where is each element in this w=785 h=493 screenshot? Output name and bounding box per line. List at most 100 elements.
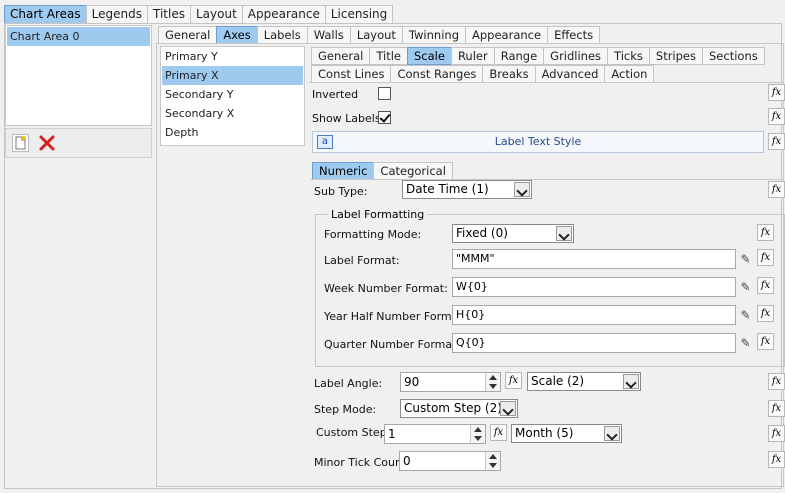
custom-step-stepper[interactable]: 1 xyxy=(384,424,486,444)
fx-icon[interactable]: fx xyxy=(768,108,785,125)
spin-arrows-icon[interactable] xyxy=(470,425,485,443)
fx-icon[interactable]: fx xyxy=(768,181,785,198)
pencil-icon[interactable]: ✎ xyxy=(737,307,754,324)
tab-layout[interactable]: Layout xyxy=(189,5,243,24)
tab-chart-areas[interactable]: Chart Areas xyxy=(4,5,87,24)
fx-icon[interactable]: fx xyxy=(757,333,774,350)
tab-titles[interactable]: Titles xyxy=(147,5,191,24)
custom-step-unit-value: Month (5) xyxy=(515,426,574,440)
delete-icon[interactable] xyxy=(38,134,56,152)
axis-item-primary-x[interactable]: Primary X xyxy=(162,66,303,85)
scale-type-tabs: Numeric Categorical xyxy=(312,162,453,180)
fx-icon[interactable]: fx xyxy=(757,249,774,266)
fx-icon[interactable]: fx xyxy=(757,277,774,294)
tab-axis-breaks[interactable]: Breaks xyxy=(482,65,536,83)
quarter-number-format-input[interactable]: Q{0} xyxy=(452,333,736,353)
axis-item-secondary-x[interactable]: Secondary X xyxy=(162,104,303,123)
fx-icon[interactable]: fx xyxy=(768,84,785,101)
tab-axis-range[interactable]: Range xyxy=(493,47,545,65)
fx-icon[interactable]: fx xyxy=(505,372,522,389)
tab-axis-sections[interactable]: Sections xyxy=(702,47,765,65)
chart-area-list[interactable]: Chart Area 0 xyxy=(5,25,152,126)
tab-area-appearance[interactable]: Appearance xyxy=(465,26,549,44)
minor-tick-count-label: Minor Tick Count: xyxy=(314,456,410,469)
tab-axis-ruler[interactable]: Ruler xyxy=(450,47,495,65)
tab-licensing[interactable]: Licensing xyxy=(324,5,394,24)
chevron-down-icon xyxy=(623,374,639,389)
label-angle-stepper[interactable]: 90 xyxy=(400,372,501,392)
axis-item-secondary-y[interactable]: Secondary Y xyxy=(162,85,303,104)
tab-appearance[interactable]: Appearance xyxy=(241,5,326,24)
fx-icon[interactable]: fx xyxy=(768,133,785,150)
divider xyxy=(310,179,784,180)
axis-item-depth[interactable]: Depth xyxy=(162,123,303,142)
axes-list[interactable]: Primary Y Primary X Secondary Y Secondar… xyxy=(160,46,305,146)
tab-twinning[interactable]: Twinning xyxy=(401,26,466,44)
minor-tick-count-value: 0 xyxy=(403,454,411,468)
tab-walls[interactable]: Walls xyxy=(306,26,351,44)
chevron-down-icon xyxy=(514,182,530,197)
sub-type-label: Sub Type: xyxy=(314,185,368,198)
axis-item-primary-y[interactable]: Primary Y xyxy=(162,47,303,66)
tab-effects[interactable]: Effects xyxy=(547,26,601,44)
sub-type-select[interactable]: Date Time (1) xyxy=(402,180,532,199)
fx-icon[interactable]: fx xyxy=(757,224,774,241)
chevron-down-icon xyxy=(500,401,516,416)
fx-icon[interactable]: fx xyxy=(768,400,785,417)
tab-axis-const-lines[interactable]: Const Lines xyxy=(311,65,392,83)
fx-icon[interactable]: fx xyxy=(757,305,774,322)
tab-axis-action[interactable]: Action xyxy=(604,65,655,83)
label-angle-mode-select[interactable]: Scale (2) xyxy=(527,372,641,391)
axis-tab-bar-row2: Const Lines Const Ranges Breaks Advanced… xyxy=(311,65,655,83)
tab-axis-scale[interactable]: Scale xyxy=(406,47,452,65)
tab-numeric[interactable]: Numeric xyxy=(312,162,375,180)
step-mode-label: Step Mode: xyxy=(314,403,377,416)
chart-area-item[interactable]: Chart Area 0 xyxy=(7,27,150,46)
pencil-icon[interactable]: ✎ xyxy=(737,251,754,268)
sub-type-value: Date Time (1) xyxy=(406,182,489,196)
tab-axis-gridlines[interactable]: Gridlines xyxy=(543,47,609,65)
fx-icon[interactable]: fx xyxy=(768,425,785,442)
custom-step-unit-select[interactable]: Month (5) xyxy=(511,424,622,443)
tab-axis-advanced[interactable]: Advanced xyxy=(534,65,606,83)
chevron-down-icon xyxy=(604,426,620,441)
spin-arrows-icon[interactable] xyxy=(485,452,500,470)
spin-arrows-icon[interactable] xyxy=(485,373,500,391)
tab-axis-general[interactable]: General xyxy=(311,47,371,65)
tab-categorical[interactable]: Categorical xyxy=(373,162,453,180)
tab-area-layout[interactable]: Layout xyxy=(349,26,403,44)
tab-axis-title[interactable]: Title xyxy=(369,47,408,65)
chevron-down-icon xyxy=(556,226,572,241)
inverted-label: Inverted xyxy=(312,88,359,101)
chart-area-toolbar xyxy=(5,128,152,158)
fx-icon[interactable]: fx xyxy=(768,451,785,468)
label-text-style-button[interactable]: a Label Text Style xyxy=(312,131,764,153)
label-format-label: Label Format: xyxy=(324,254,400,267)
custom-step-label: Custom Step: xyxy=(316,426,391,439)
step-mode-select[interactable]: Custom Step (2) xyxy=(400,399,518,418)
tab-axis-stripes[interactable]: Stripes xyxy=(648,47,703,65)
tab-general[interactable]: General xyxy=(158,26,218,44)
pencil-icon[interactable]: ✎ xyxy=(737,335,754,352)
fx-icon[interactable]: fx xyxy=(490,424,507,441)
week-number-format-input[interactable]: W{0} xyxy=(452,277,736,297)
step-mode-value: Custom Step (2) xyxy=(404,401,502,415)
label-angle-value: 90 xyxy=(404,375,420,389)
inverted-checkbox[interactable] xyxy=(378,87,391,100)
tab-axis-const-ranges[interactable]: Const Ranges xyxy=(390,65,484,83)
area-tab-bar: General Axes Labels Walls Layout Twinnin… xyxy=(158,26,601,44)
formatting-mode-select[interactable]: Fixed (0) xyxy=(452,224,574,243)
label-format-input[interactable]: "MMM" xyxy=(452,249,736,269)
pencil-icon[interactable]: ✎ xyxy=(737,279,754,296)
tab-labels[interactable]: Labels xyxy=(256,26,308,44)
minor-tick-count-stepper[interactable]: 0 xyxy=(399,451,501,471)
formatting-mode-label: Formatting Mode: xyxy=(324,228,422,241)
tab-axis-ticks[interactable]: Ticks xyxy=(607,47,650,65)
tab-axes[interactable]: Axes xyxy=(216,26,258,44)
year-half-format-input[interactable]: H{0} xyxy=(452,305,736,325)
tab-legends[interactable]: Legends xyxy=(85,5,149,24)
fx-icon[interactable]: fx xyxy=(768,373,785,390)
new-document-icon[interactable] xyxy=(12,134,29,152)
show-labels-checkbox[interactable] xyxy=(378,111,391,124)
show-labels-label: Show Labels xyxy=(312,112,381,125)
